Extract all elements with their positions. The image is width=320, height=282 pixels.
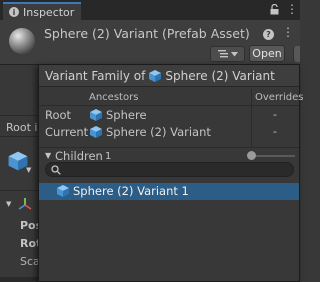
chevron-down-icon[interactable]: ▼ <box>26 166 31 174</box>
chevron-down-icon <box>230 51 238 56</box>
header-menu-icon[interactable]: ⋮ <box>282 26 294 38</box>
ancestor-current[interactable]: Sphere (2) Variant <box>89 125 211 139</box>
ancestor-root-name: Sphere <box>106 108 147 122</box>
prefab-cube-icon <box>90 126 102 138</box>
divider <box>0 190 38 191</box>
divider <box>0 136 38 137</box>
prefab-variant-dropdown[interactable] <box>210 46 245 62</box>
column-header-overrides: Overrides <box>255 92 304 103</box>
popup-title: Variant Family of Sphere (2) Variant <box>45 69 275 83</box>
scale-label: Sca <box>20 255 40 268</box>
tab-inspector[interactable]: i Inspector <box>3 2 81 20</box>
popup-title-name: Sphere (2) Variant <box>165 69 275 83</box>
divider <box>0 277 38 282</box>
divider <box>39 105 299 106</box>
depth-slider[interactable] <box>251 155 295 157</box>
sphere-preview-icon <box>9 28 35 54</box>
hierarchy-icon <box>217 50 228 58</box>
search-icon <box>51 165 61 175</box>
prefab-cube-icon <box>90 109 102 121</box>
children-count: 1 <box>105 151 112 162</box>
prefab-cube-icon <box>149 70 162 82</box>
column-header-ancestors: Ancestors <box>89 92 139 103</box>
variant-family-popup: Variant Family of Sphere (2) Variant Anc… <box>38 64 304 282</box>
inspector-tab-bar: i Inspector ⋮ <box>0 0 300 20</box>
row-label-root: Root <box>45 108 72 122</box>
ancestor-root[interactable]: Sphere <box>89 108 147 122</box>
help-icon[interactable]: ? <box>263 29 274 40</box>
search-input[interactable] <box>64 163 289 176</box>
inspector-header: Sphere (2) Variant (Prefab Asset) ? ⋮ Op… <box>0 20 300 65</box>
asset-title: Sphere (2) Variant (Prefab Asset) <box>44 26 250 41</box>
list-item[interactable]: Sphere (2) Variant 1 <box>39 183 299 200</box>
children-label[interactable]: Children <box>55 149 103 163</box>
column-divider <box>251 89 252 148</box>
overflow-button[interactable] <box>293 46 300 62</box>
ancestor-current-name: Sphere (2) Variant <box>106 125 211 139</box>
tab-inspector-label: Inspector <box>23 5 75 19</box>
tab-menu-icon[interactable]: ⋮ <box>286 3 298 15</box>
prefab-cube-icon <box>57 185 69 197</box>
child-item-name: Sphere (2) Variant 1 <box>73 184 189 198</box>
divider <box>0 115 38 116</box>
current-overrides: - <box>273 125 277 138</box>
child-item: Sphere (2) Variant 1 <box>56 184 189 198</box>
row-label-current: Current <box>45 125 89 139</box>
popup-header: Variant Family of Sphere (2) Variant <box>39 65 299 87</box>
open-button[interactable]: Open <box>249 45 285 62</box>
lock-icon[interactable] <box>270 4 279 15</box>
search-field[interactable] <box>45 162 294 177</box>
root-overrides: - <box>273 108 277 121</box>
children-foldout-icon[interactable]: ▼ <box>45 151 51 160</box>
info-icon: i <box>9 7 19 17</box>
transform-axis-icon <box>18 198 32 210</box>
divider <box>39 147 299 148</box>
popup-title-prefix: Variant Family of <box>45 69 146 83</box>
foldout-arrow-icon[interactable]: ▼ <box>6 200 11 208</box>
depth-slider-handle[interactable] <box>247 151 256 160</box>
